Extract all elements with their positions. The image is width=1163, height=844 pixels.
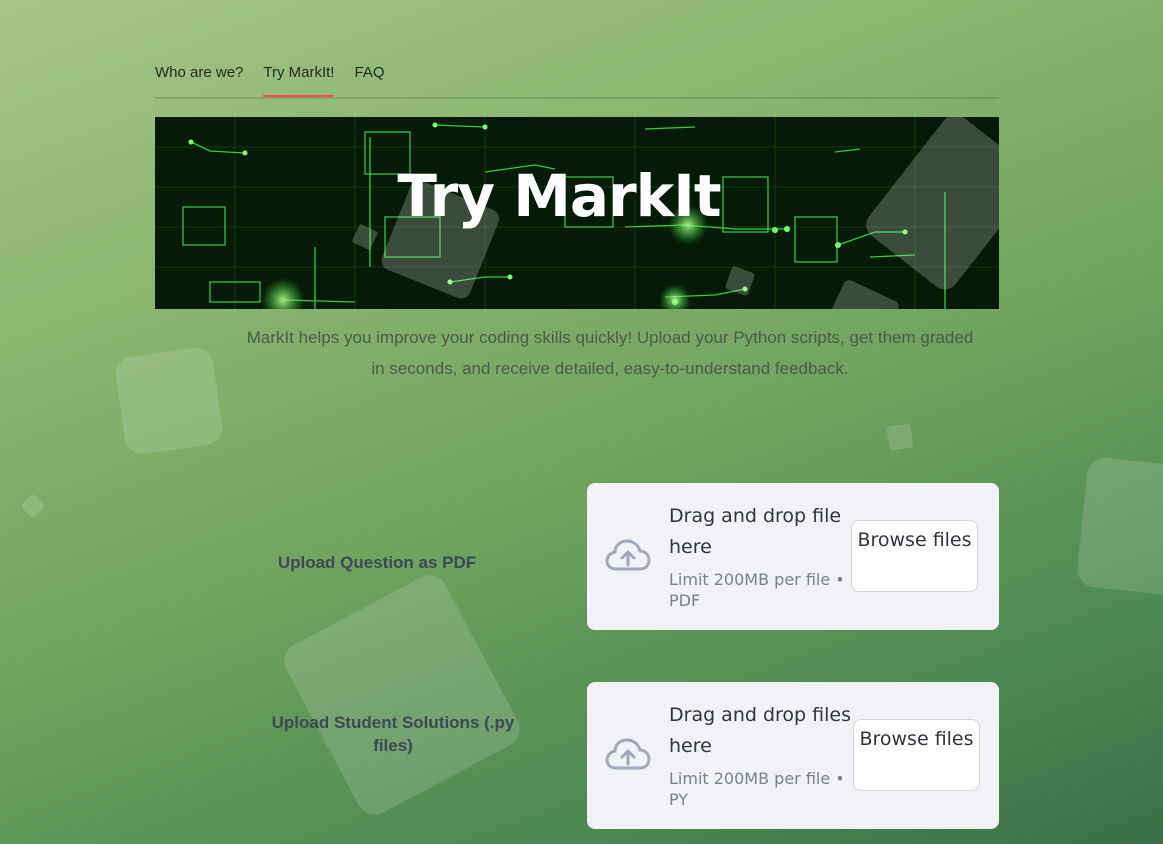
cloud-upload-icon xyxy=(605,738,651,770)
background-decoration xyxy=(1075,456,1163,598)
browse-files-button[interactable]: Browse files xyxy=(853,719,980,791)
file-limit-text: Limit 200MB per file • PDF xyxy=(669,570,845,610)
background-decoration xyxy=(886,423,914,451)
tab-faq[interactable]: FAQ xyxy=(354,60,384,93)
browse-files-button[interactable]: Browse files xyxy=(851,520,978,592)
file-limit-text: Limit 200MB per file • PY xyxy=(669,769,845,809)
background-decoration xyxy=(20,493,46,519)
drop-instruction: Drag and drop files here xyxy=(669,704,851,757)
tab-bar: Who are we? Try MarkIt! FAQ xyxy=(155,60,999,99)
upload-solutions-label: Upload Student Solutions (.py files) xyxy=(271,713,515,755)
tab-try-markit[interactable]: Try MarkIt! xyxy=(263,60,335,97)
dropzone-text: Drag and drop file here Limit 200MB per … xyxy=(669,501,859,611)
tab-who-are-we[interactable]: Who are we? xyxy=(155,60,243,93)
pdf-dropzone[interactable]: Drag and drop file here Limit 200MB per … xyxy=(587,483,999,630)
upload-question-label: Upload Question as PDF xyxy=(277,553,477,572)
py-dropzone[interactable]: Drag and drop files here Limit 200MB per… xyxy=(587,682,999,829)
cloud-upload-icon xyxy=(605,539,651,571)
background-decoration xyxy=(113,345,225,457)
background-decoration xyxy=(277,568,527,822)
banner-title: Try MarkIt xyxy=(397,162,721,230)
intro-description: MarkIt helps you improve your coding ski… xyxy=(246,328,974,378)
dropzone-text: Drag and drop files here Limit 200MB per… xyxy=(669,700,859,810)
drop-instruction: Drag and drop file here xyxy=(669,505,842,558)
